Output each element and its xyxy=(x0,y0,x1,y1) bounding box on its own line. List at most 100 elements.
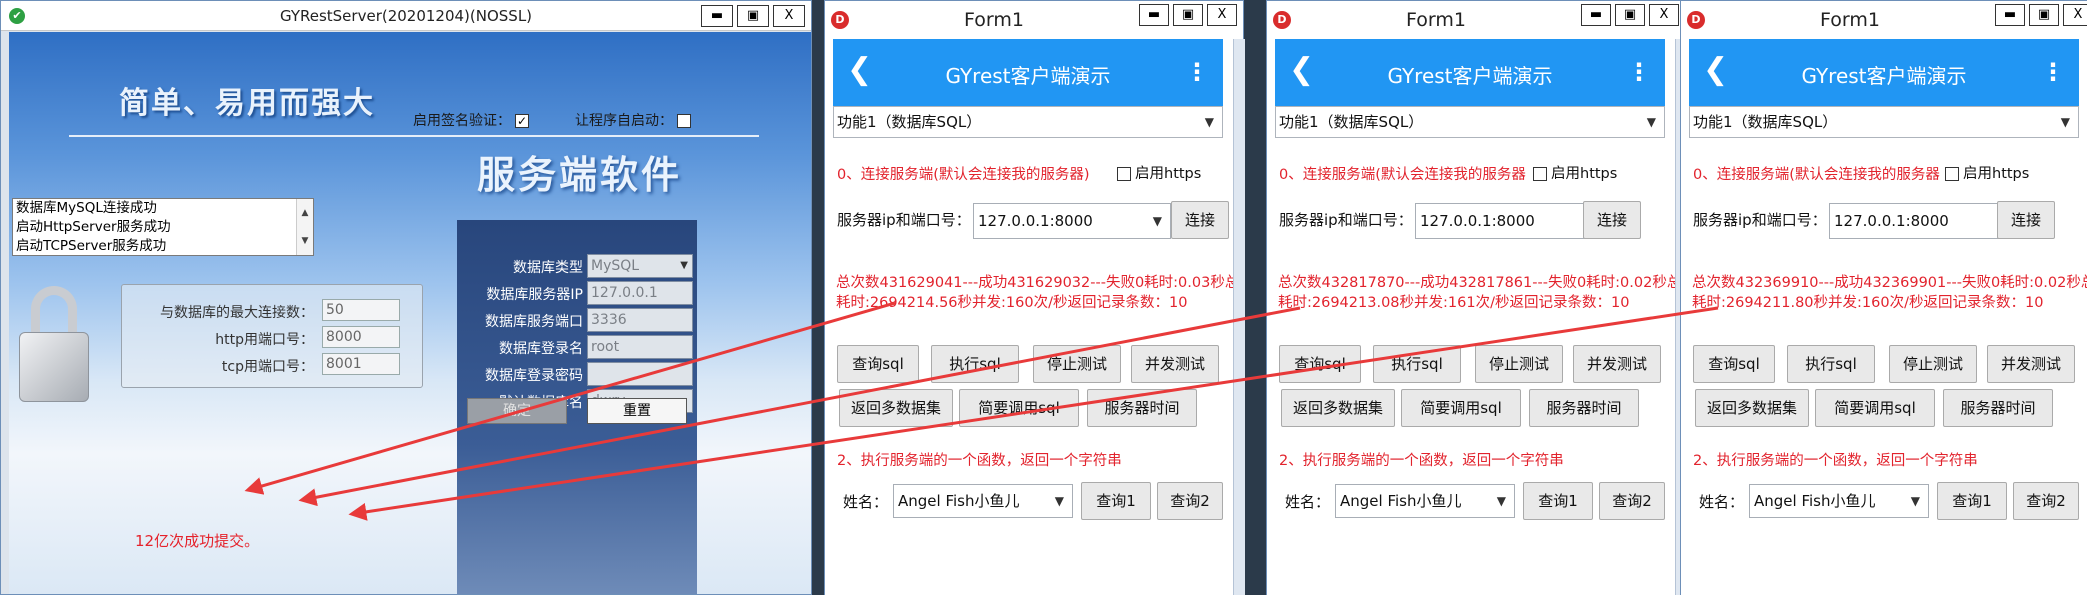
tcp-port-input[interactable]: 8001 xyxy=(322,353,400,375)
overflow-menu-icon[interactable]: ⋮ xyxy=(2041,57,2065,87)
https-checkbox[interactable] xyxy=(1945,167,1959,181)
close-button[interactable]: X xyxy=(2063,4,2087,26)
chevron-down-icon[interactable]: ▼ xyxy=(1153,204,1162,238)
execute-sql-button[interactable]: 执行sql xyxy=(1373,345,1461,383)
query-sql-button[interactable]: 查询sql xyxy=(1693,345,1775,383)
name-combo[interactable]: Angel Fish小鱼儿 ▼ xyxy=(893,484,1073,518)
chevron-down-icon[interactable]: ▼ xyxy=(1497,485,1506,517)
name-combo[interactable]: Angel Fish小鱼儿 ▼ xyxy=(1335,484,1515,518)
query-sql-button[interactable]: 查询sql xyxy=(837,345,919,383)
server-titlebar: ✔ GYRestServer(20201204)(NOSSL) ▬ ▣ X xyxy=(1,1,811,31)
db-port-label: 数据库服务端口 xyxy=(485,314,583,330)
function-select[interactable]: 功能1（数据库SQL） ▼ xyxy=(833,106,1223,138)
form-content: ❮ GYrest客户端演示 ⋮ 功能1（数据库SQL） ▼ 0、连接服务端(默认会… xyxy=(825,39,1243,595)
query-sql-button[interactable]: 查询sql xyxy=(1279,345,1361,383)
query2-button[interactable]: 查询2 xyxy=(1599,482,1665,520)
concurrent-test-button[interactable]: 并发测试 xyxy=(1987,345,2075,383)
server-address-label: 服务器ip和端口号： xyxy=(1693,211,1827,229)
execute-sql-button[interactable]: 执行sql xyxy=(931,345,1019,383)
server-address-combo[interactable]: 127.0.0.1:8000▼ xyxy=(973,203,1171,239)
connect-button[interactable]: 连接 xyxy=(1583,201,1641,239)
multi-dataset-button[interactable]: 返回多数据集 xyxy=(1695,389,1809,427)
log-listbox[interactable]: 数据库MySQL连接成功 启动HttpServer服务成功 启动TCPServe… xyxy=(12,198,314,256)
stats-readout: 总次数432369910---成功432369901---失败0耗时:0.02秒… xyxy=(1692,275,2087,311)
multi-dataset-button[interactable]: 返回多数据集 xyxy=(839,389,953,427)
connect-button[interactable]: 连接 xyxy=(1171,201,1229,239)
stop-test-button[interactable]: 停止测试 xyxy=(1033,345,1121,383)
max-connections-input[interactable]: 50 xyxy=(322,299,400,321)
query1-button[interactable]: 查询1 xyxy=(1523,482,1593,520)
connect-button[interactable]: 连接 xyxy=(1997,201,2055,239)
connect-hint: 0、连接服务端(默认会连接我的服务器 xyxy=(1279,167,1526,183)
server-time-button[interactable]: 服务器时间 xyxy=(1087,389,1197,427)
confirm-button[interactable]: 确定 xyxy=(467,398,567,424)
desktop: ✔ GYRestServer(20201204)(NOSSL) ▬ ▣ X 简单… xyxy=(0,0,2087,595)
execute-sql-button[interactable]: 执行sql xyxy=(1787,345,1875,383)
overflow-menu-icon[interactable]: ⋮ xyxy=(1627,57,1651,87)
stop-test-button[interactable]: 停止测试 xyxy=(1889,345,1977,383)
db-user-input[interactable]: root xyxy=(587,335,693,359)
name-combo[interactable]: Angel Fish小鱼儿 ▼ xyxy=(1749,484,1929,518)
server-window-title: GYRestServer(20201204)(NOSSL) xyxy=(279,7,533,25)
maximize-button[interactable]: ▣ xyxy=(1173,4,1203,26)
function-select[interactable]: 功能1（数据库SQL） ▼ xyxy=(1689,106,2079,138)
chevron-down-icon[interactable]: ▼ xyxy=(1647,107,1656,137)
query2-button[interactable]: 查询2 xyxy=(2013,482,2079,520)
query1-button[interactable]: 查询1 xyxy=(1081,482,1151,520)
minimize-button[interactable]: ▬ xyxy=(1995,4,2025,26)
https-checkbox[interactable] xyxy=(1533,167,1547,181)
simple-sql-button[interactable]: 简要调用sql xyxy=(1815,389,1935,427)
db-user-label: 数据库登录名 xyxy=(499,341,583,357)
minimize-button[interactable]: ▬ xyxy=(701,5,733,27)
chevron-down-icon[interactable]: ▼ xyxy=(1055,485,1064,517)
close-button[interactable]: X xyxy=(1649,4,1679,26)
chevron-down-icon[interactable]: ▼ xyxy=(1205,107,1214,137)
https-option: 启用https xyxy=(1533,162,1617,183)
simple-sql-button[interactable]: 简要调用sql xyxy=(1401,389,1521,427)
success-count-annotation: 12亿次成功提交。 xyxy=(135,532,260,550)
server-address-label: 服务器ip和端口号： xyxy=(837,211,971,229)
concurrent-test-button[interactable]: 并发测试 xyxy=(1131,345,1219,383)
maximize-button[interactable]: ▣ xyxy=(2029,4,2059,26)
query2-button[interactable]: 查询2 xyxy=(1157,482,1223,520)
close-button[interactable]: X xyxy=(1207,4,1237,26)
chevron-down-icon[interactable]: ▼ xyxy=(680,255,688,277)
sign-verify-checkbox[interactable]: ✓ xyxy=(515,114,529,128)
scroll-up-icon[interactable]: ▲ xyxy=(297,199,313,227)
simple-sql-button[interactable]: 简要调用sql xyxy=(959,389,1079,427)
overflow-menu-icon[interactable]: ⋮ xyxy=(1185,57,1209,87)
db-password-input[interactable] xyxy=(587,362,693,386)
reset-button[interactable]: 重置 xyxy=(587,398,687,424)
multi-dataset-button[interactable]: 返回多数据集 xyxy=(1281,389,1395,427)
autostart-checkbox[interactable] xyxy=(677,114,691,128)
name-label: 姓名： xyxy=(843,493,889,511)
http-port-input[interactable]: 8000 xyxy=(322,326,400,348)
concurrent-test-button[interactable]: 并发测试 xyxy=(1573,345,1661,383)
db-port-input[interactable]: 3336 xyxy=(587,308,693,332)
http-port-row: http用端口号： 8000 xyxy=(122,326,422,348)
function-select[interactable]: 功能1（数据库SQL） ▼ xyxy=(1275,106,1665,138)
log-scrollbar[interactable]: ▲ ▼ xyxy=(296,199,313,255)
chevron-down-icon[interactable]: ▼ xyxy=(1911,485,1920,517)
app-bar: ❮ GYrest客户端演示 ⋮ xyxy=(833,39,1223,107)
log-line: 启动HttpServer服务成功 xyxy=(16,219,171,235)
chevron-down-icon[interactable]: ▼ xyxy=(2061,107,2070,137)
maximize-button[interactable]: ▣ xyxy=(737,5,769,27)
db-user-row: 数据库登录名 root xyxy=(457,335,697,359)
db-type-label: 数据库类型 xyxy=(513,260,583,276)
minimize-button[interactable]: ▬ xyxy=(1581,4,1611,26)
https-checkbox[interactable] xyxy=(1117,167,1131,181)
maximize-button[interactable]: ▣ xyxy=(1615,4,1645,26)
slogan: 简单、易用而强大 xyxy=(119,86,375,121)
db-ip-input[interactable]: 127.0.0.1 xyxy=(587,281,693,305)
server-time-button[interactable]: 服务器时间 xyxy=(1529,389,1639,427)
db-port-row: 数据库服务端口 3336 xyxy=(457,308,697,332)
close-button[interactable]: X xyxy=(773,5,805,27)
https-option: 启用https xyxy=(1945,162,2029,183)
query1-button[interactable]: 查询1 xyxy=(1937,482,2007,520)
db-type-select[interactable]: MySQL ▼ xyxy=(587,254,693,278)
minimize-button[interactable]: ▬ xyxy=(1139,4,1169,26)
server-time-button[interactable]: 服务器时间 xyxy=(1943,389,2053,427)
scroll-down-icon[interactable]: ▼ xyxy=(297,227,313,255)
stop-test-button[interactable]: 停止测试 xyxy=(1475,345,1563,383)
